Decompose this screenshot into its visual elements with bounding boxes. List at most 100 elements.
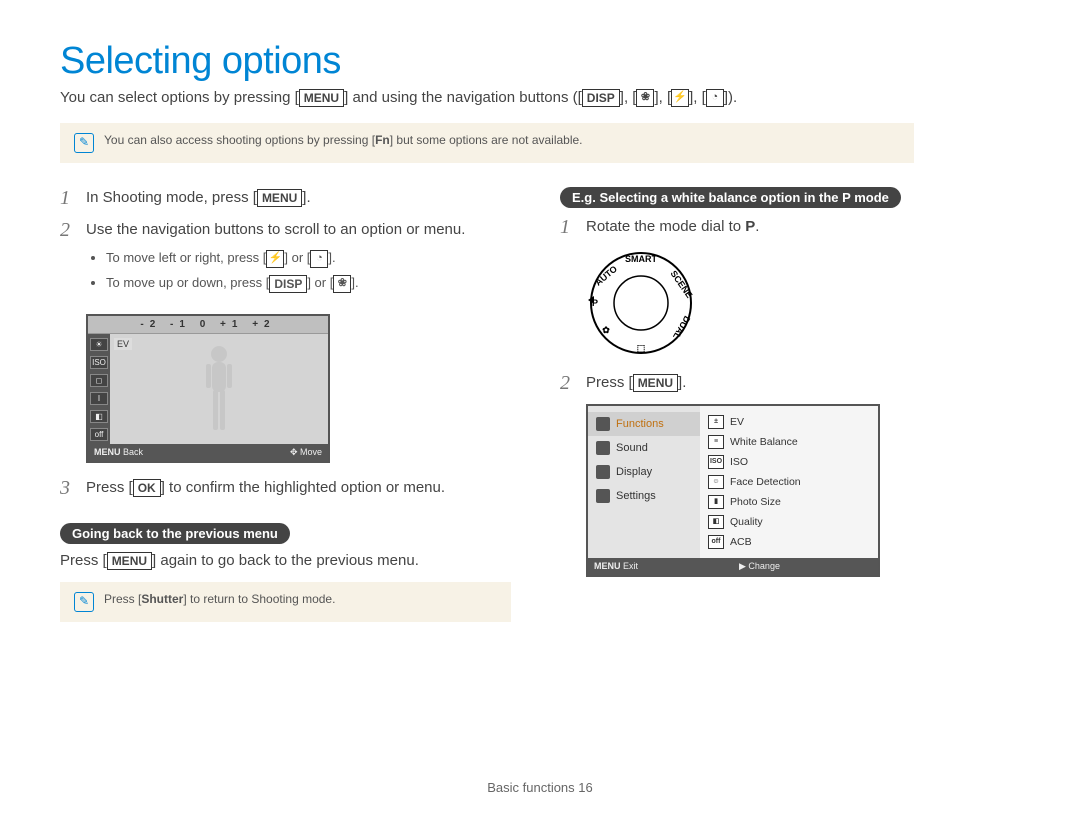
page-title: Selecting options (60, 40, 1020, 83)
b1-a: To move left or right, press [ (106, 250, 266, 265)
intro-b: ] and using the navigation buttons ([ (344, 89, 582, 106)
r-step-2-text: Press [MENU]. (586, 372, 686, 394)
right-column: E.g. Selecting a white balance option in… (560, 187, 1020, 646)
lcd-icon-2: ◻ (90, 374, 108, 387)
s1-a: In Shooting mode, press [ (86, 189, 257, 206)
lcd-move: ✥ Move (290, 447, 322, 458)
silhouette-icon (194, 342, 244, 437)
step-2: 2 Use the navigation buttons to scroll t… (60, 219, 520, 304)
menu-screenshot: Functions Sound Display Settings ±EV ≡Wh… (586, 404, 880, 577)
opt-quality: ◧Quality (704, 512, 874, 532)
macro-icon: ❀ (636, 89, 654, 107)
lcd-main: EV (110, 334, 328, 444)
note1-text: You can also access shooting options by … (104, 133, 583, 147)
iso-icon: ISO (708, 455, 724, 469)
ok-label: OK (133, 479, 161, 497)
ri3: Face Detection (730, 476, 801, 488)
s3-a: Press [ (86, 479, 133, 496)
camera-lcd-screenshot: -2 -1 0 +1 +2 ☀ ISO ◻ I ◧ off EV (86, 314, 330, 463)
step-1: 1 In Shooting mode, press [MENU]. (60, 187, 520, 209)
lcd-icon-3: I (90, 392, 108, 405)
ri0: EV (730, 416, 744, 428)
step-num-2: 2 (60, 219, 76, 241)
note-box-1: ✎ You can also access shooting options b… (60, 123, 914, 163)
menu-exit-label: MENU (594, 561, 621, 571)
display-icon (596, 465, 610, 479)
note2-a: Press [ (104, 592, 141, 606)
menu-bottom-bar: MENU Exit ▶ Change (588, 558, 878, 575)
intro-e: ], [ (689, 89, 706, 106)
camera-icon (596, 417, 610, 431)
step-2-text: Use the navigation buttons to scroll to … (86, 219, 465, 304)
menu-label-2: MENU (257, 189, 302, 207)
left-column: 1 In Shooting mode, press [MENU]. 2 Use … (60, 187, 520, 646)
menu-change: ▶ Change (733, 558, 878, 575)
r-step-1: 1 Rotate the mode dial to P. (560, 216, 1020, 238)
mode-p-label: P (745, 218, 755, 235)
fn-label: Fn (375, 133, 390, 147)
bullet-ud: To move up or down, press [DISP] or [❀]. (106, 272, 465, 294)
opt-ev: ± EV (704, 412, 874, 432)
footer-page-number: 16 (578, 780, 592, 795)
mode-dial: P AUTO SMART SCENE DUAL ⬚ ✿ (586, 248, 696, 358)
note1-a: You can also access shooting options by … (104, 133, 375, 147)
intro-a: You can select options by pressing [ (60, 89, 299, 106)
menu-item-sound: Sound (588, 436, 700, 460)
shutter-label: Shutter (141, 592, 183, 606)
b2-c: ]. (351, 275, 358, 290)
mi3: Settings (616, 490, 656, 502)
note-icon: ✎ (74, 133, 94, 153)
b2-b: ] or [ (307, 275, 333, 290)
lcd-icon-4: ◧ (90, 410, 108, 423)
timer-icon-2: ◔ (310, 250, 328, 268)
menu-exit: MENU Exit (588, 558, 733, 575)
lcd-icon-0: ☀ (90, 338, 108, 351)
ev-icon: ± (708, 415, 724, 429)
rs1-a: Rotate the mode dial to (586, 218, 745, 235)
svg-text:✿: ✿ (602, 325, 610, 335)
size-icon: ▮ (708, 495, 724, 509)
note-icon-2: ✎ (74, 592, 94, 612)
menu-label: MENU (299, 89, 344, 107)
note2-text: Press [Shutter] to return to Shooting mo… (104, 592, 335, 606)
step-2-bullets: To move left or right, press [⚡] or [◔].… (86, 247, 465, 294)
b2-a: To move up or down, press [ (106, 275, 269, 290)
lcd-sidebar: ☀ ISO ◻ I ◧ off (88, 334, 110, 444)
step-3: 3 Press [OK] to confirm the highlighted … (60, 477, 520, 499)
intro-f: ]). (724, 89, 737, 106)
ri4: Photo Size (730, 496, 781, 508)
going-back-pill: Going back to the previous menu (60, 523, 290, 544)
mi2: Display (616, 466, 652, 478)
opt-iso: ISOISO (704, 452, 874, 472)
menu-right-pane: ±EV ≡White Balance ISOISO ☺Face Detectio… (700, 406, 878, 558)
menu-label-4: MENU (633, 374, 678, 392)
lcd-ev-label: EV (114, 338, 132, 350)
rs1-b: . (755, 218, 759, 235)
wb-icon: ≡ (708, 435, 724, 449)
intro-text: You can select options by pressing [MENU… (60, 89, 1020, 107)
disp-label-2: DISP (269, 275, 307, 293)
example-pill: E.g. Selecting a white balance option in… (560, 187, 901, 208)
opt-acb: offACB (704, 532, 874, 552)
svg-text:⬚: ⬚ (637, 343, 646, 353)
b1-c: ]. (328, 250, 335, 265)
ri6: ACB (730, 536, 752, 548)
rs2-a: Press [ (586, 374, 633, 391)
back-b: ] again to go back to the previous menu. (152, 552, 419, 569)
intro-d: ], [ (654, 89, 671, 106)
back-a: Press [ (60, 552, 107, 569)
rs2-b: ]. (678, 374, 686, 391)
s1-b: ]. (302, 189, 310, 206)
r-step-num-1: 1 (560, 216, 576, 238)
lcd-body: ☀ ISO ◻ I ◧ off EV (88, 334, 328, 444)
lcd-icon-1: ISO (90, 356, 108, 369)
s2: Use the navigation buttons to scroll to … (86, 221, 465, 238)
note-box-2: ✎ Press [Shutter] to return to Shooting … (60, 582, 511, 622)
menu-item-functions: Functions (588, 412, 700, 436)
note2-b: ] to return to Shooting mode. (183, 592, 335, 606)
lcd-back-label: MENU (94, 447, 121, 457)
macro-icon-2: ❀ (333, 275, 351, 293)
r-step-1-text: Rotate the mode dial to P. (586, 216, 759, 238)
lcd-ev-scale: -2 -1 0 +1 +2 (88, 316, 328, 334)
going-back-text: Press [MENU] again to go back to the pre… (60, 552, 520, 570)
